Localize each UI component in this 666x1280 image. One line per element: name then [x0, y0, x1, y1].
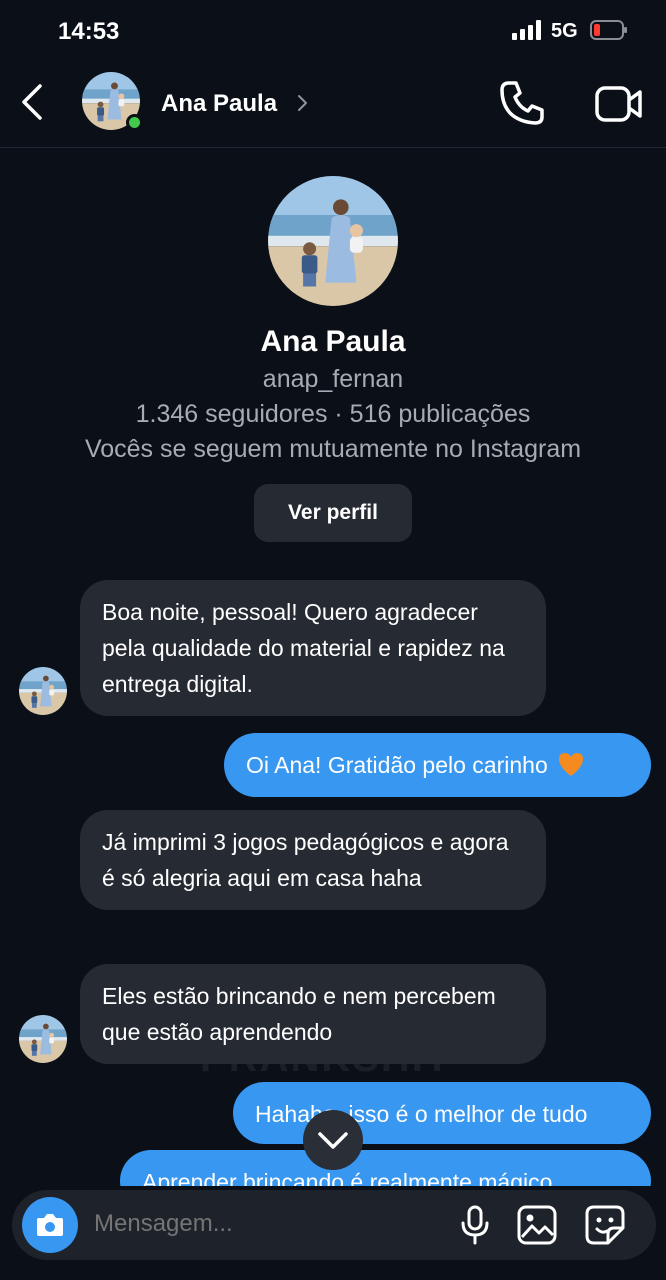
view-profile-button[interactable]: Ver perfil	[254, 484, 412, 542]
chevron-right-icon[interactable]	[296, 93, 308, 113]
scroll-to-bottom-button[interactable]	[303, 1110, 363, 1170]
chevron-down-icon	[318, 1132, 348, 1149]
profile-stats: 1.346 seguidores · 516 publicações	[135, 400, 531, 428]
microphone-icon[interactable]	[458, 1204, 492, 1246]
message-composer	[12, 1190, 656, 1260]
message-avatar[interactable]	[19, 1015, 67, 1063]
network-type: 5G	[551, 20, 578, 42]
heart-icon	[558, 753, 583, 776]
message-bubble-incoming[interactable]: Boa noite, pessoal! Quero agradecer pela…	[80, 580, 546, 716]
contact-name[interactable]: Ana Paula	[161, 90, 277, 118]
back-arrow-icon[interactable]	[16, 80, 50, 124]
message-avatar[interactable]	[19, 667, 67, 715]
status-time: 14:53	[58, 18, 120, 45]
message-bubble-incoming[interactable]: Eles estão brincando e nem percebem que …	[80, 964, 546, 1064]
camera-button[interactable]	[22, 1197, 78, 1253]
video-camera-icon[interactable]	[594, 82, 644, 126]
message-bubble-incoming[interactable]: Já imprimi 3 jogos pedagógicos e agora é…	[80, 810, 546, 910]
profile-avatar[interactable]	[268, 176, 398, 306]
camera-icon	[37, 1214, 63, 1236]
message-bubble-outgoing[interactable]: Oi Ana! Gratidão pelo carinho	[224, 733, 651, 797]
message-text: Oi Ana! Gratidão pelo carinho	[246, 752, 548, 778]
image-icon[interactable]	[516, 1204, 558, 1246]
signal-icon	[512, 20, 541, 40]
online-status-dot	[126, 114, 143, 131]
profile-name: Ana Paula	[260, 325, 406, 358]
message-bubble-outgoing[interactable]: Hahaha, isso é o melhor de tudo	[233, 1082, 651, 1144]
sticker-icon[interactable]	[584, 1204, 626, 1246]
status-bar: 14:53 5G	[0, 0, 666, 62]
profile-mutual-follow: Vocês se seguem mutuamente no Instagram	[84, 435, 582, 463]
phone-icon[interactable]	[497, 78, 547, 128]
message-input[interactable]	[94, 1210, 434, 1238]
profile-username: anap_fernan	[262, 365, 404, 393]
battery-icon	[590, 20, 627, 40]
chat-header: Ana Paula	[0, 62, 666, 148]
